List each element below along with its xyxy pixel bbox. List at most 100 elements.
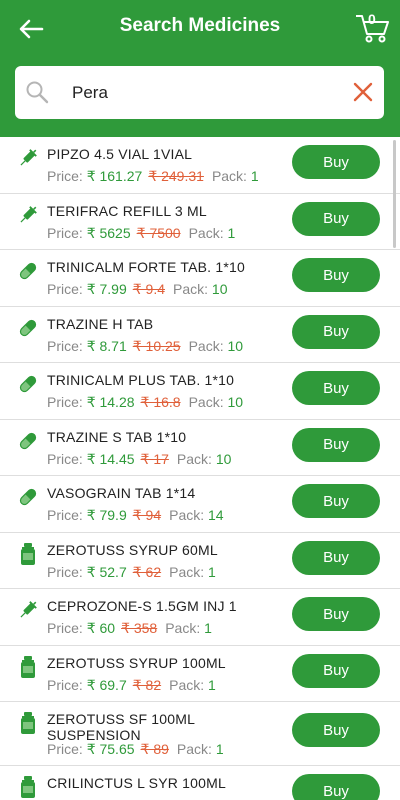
mrp-value: ₹ 17 [140, 450, 169, 467]
pack-value: 1 [215, 741, 224, 757]
close-icon[interactable] [352, 81, 374, 103]
cart-button[interactable]: 0 [354, 10, 390, 44]
medicine-row[interactable]: VASOGRAIN TAB 1*14 Price: ₹ 79.9 ₹ 94 Pack:… [0, 476, 400, 533]
buy-button[interactable]: Buy [292, 314, 380, 349]
price-value: ₹ 75.65 [86, 741, 135, 757]
bottle-icon [18, 542, 38, 565]
bottle-icon [18, 655, 38, 678]
price-label: Price: [47, 563, 87, 580]
pack-label: Pack: [188, 394, 228, 410]
syringe-icon [18, 147, 38, 169]
capsule-icon [18, 260, 38, 282]
medicine-name: ZEROTUSS SYRUP 100ML [47, 654, 226, 671]
medicine-name: VASOGRAIN TAB 1*14 [47, 485, 196, 501]
price-line: Price: ₹ 52.7 ₹ 62 Pack: 1 [47, 564, 216, 581]
buy-button[interactable]: Buy [292, 145, 380, 179]
medicine-row[interactable]: ZEROTUSS SF 100ML SUSPENSION Price: ₹ 75.… [0, 702, 400, 766]
buy-button[interactable]: Buy [292, 371, 380, 405]
bottle-icon [18, 712, 38, 734]
price-label: Price: [47, 676, 87, 693]
medicine-name: TRINICALM PLUS TAB. 1*10 [47, 372, 235, 388]
scrollbar[interactable] [393, 140, 396, 248]
medicine-name: CEPROZONE-S 1.5GM INJ 1 [47, 598, 237, 614]
medicine-name: TRINICALM FORTE TAB. 1*10 [47, 259, 245, 275]
buy-button[interactable]: Buy [292, 774, 380, 800]
search-icon [26, 81, 49, 104]
medicine-row[interactable]: TRAZINE H TAB Price: ₹ 8.71 ₹ 10.25 Pack: 1… [0, 307, 400, 363]
price-value: ₹ 52.7 [86, 563, 127, 580]
mrp-value: ₹ 89 [140, 741, 169, 757]
medicine-row[interactable]: TRINICALM PLUS TAB. 1*10 Price: ₹ 14.28 ₹ … [0, 363, 400, 420]
medicine-name: TERIFRAC REFILL 3 ML [47, 202, 207, 219]
mrp-value: ₹ 82 [132, 676, 162, 693]
medicine-row[interactable]: CEPROZONE-S 1.5GM INJ 1 Price: ₹ 60 ₹ 358 P… [0, 589, 400, 646]
mrp-value: ₹ 7500 [136, 224, 181, 241]
medicine-row[interactable]: TERIFRAC REFILL 3 ML Price: ₹ 5625 ₹ 7500 P… [0, 194, 400, 250]
price-label: Price: [47, 507, 87, 523]
syringe-icon [18, 599, 38, 621]
pack-value: 14 [208, 507, 224, 523]
mrp-value: ₹ 62 [132, 563, 162, 580]
medicine-row[interactable]: CRILINCTUS L SYR 100ML Buy [0, 766, 400, 800]
buy-button[interactable]: Buy [292, 258, 380, 292]
pack-label: Pack: [165, 620, 205, 636]
pack-value: 1 [250, 168, 259, 184]
buy-button[interactable]: Buy [292, 201, 380, 236]
price-line: Price: ₹ 7.99 ₹ 9.4 Pack: 10 [47, 281, 227, 298]
cart-count-badge: 0 [368, 11, 376, 27]
medicine-name: CRILINCTUS L SYR 100ML [47, 775, 226, 791]
syringe-icon [18, 204, 38, 226]
pack-label: Pack: [169, 507, 209, 523]
medicine-row[interactable]: ZEROTUSS SYRUP 100ML Price: ₹ 69.7 ₹ 82 Pac… [0, 646, 400, 702]
mrp-value: ₹ 249.31 [148, 168, 204, 184]
pack-value: 1 [204, 620, 212, 636]
price-value: ₹ 14.45 [86, 450, 135, 467]
pack-label: Pack: [188, 337, 228, 354]
pack-label: Pack: [173, 281, 212, 297]
medicine-name: TRAZINE S TAB 1*10 [47, 428, 187, 445]
mrp-value: ₹ 358 [121, 620, 158, 636]
price-line: Price: ₹ 75.65 ₹ 89 Pack: 1 [47, 741, 224, 758]
pack-value: 10 [227, 394, 244, 410]
buy-button[interactable]: Buy [292, 713, 380, 747]
pack-value: 10 [227, 337, 244, 354]
price-line: Price: ₹ 161.27 ₹ 249.31 Pack: 1 [47, 168, 259, 185]
medicine-row[interactable]: TRINICALM FORTE TAB. 1*10 Price: ₹ 7.99 ₹ … [0, 250, 400, 307]
medicine-row[interactable]: TRAZINE S TAB 1*10 Price: ₹ 14.45 ₹ 17 Pack… [0, 420, 400, 476]
buy-button[interactable]: Buy [292, 540, 380, 575]
price-line: Price: ₹ 14.45 ₹ 17 Pack: 10 [47, 451, 231, 468]
price-line: Price: ₹ 60 ₹ 358 Pack: 1 [47, 620, 212, 637]
pack-value: 1 [208, 563, 216, 580]
pack-label: Pack: [176, 450, 216, 467]
medicine-name: ZEROTUSS SYRUP 60ML [47, 541, 218, 558]
pack-label: Pack: [188, 224, 228, 241]
pack-label: Pack: [211, 168, 251, 184]
price-label: Price: [47, 450, 87, 467]
price-value: ₹ 7.99 [86, 281, 127, 297]
search-bar[interactable] [15, 66, 384, 119]
buy-button[interactable]: Buy [292, 597, 380, 631]
pack-value: 10 [211, 281, 228, 297]
price-label: Price: [47, 224, 87, 241]
search-input[interactable] [72, 80, 342, 106]
medicine-row[interactable]: PIPZO 4.5 VIAL 1VIAL Price: ₹ 161.27 ₹ 249… [0, 137, 400, 194]
medicine-name: TRAZINE H TAB [47, 315, 154, 332]
capsule-icon [18, 317, 38, 339]
capsule-icon [18, 373, 38, 395]
mrp-value: ₹ 16.8 [140, 394, 181, 410]
price-label: Price: [47, 620, 87, 636]
price-line: Price: ₹ 5625 ₹ 7500 Pack: 1 [47, 225, 235, 242]
price-line: Price: ₹ 8.71 ₹ 10.25 Pack: 10 [47, 338, 243, 355]
buy-button[interactable]: Buy [292, 427, 380, 462]
capsule-icon [18, 486, 38, 508]
buy-button[interactable]: Buy [292, 484, 380, 518]
medicine-list: PIPZO 4.5 VIAL 1VIAL Price: ₹ 161.27 ₹ 249… [0, 137, 400, 800]
pack-label: Pack: [169, 676, 209, 693]
price-value: ₹ 161.27 [86, 168, 143, 184]
pack-value: 10 [215, 450, 232, 467]
medicine-row[interactable]: ZEROTUSS SYRUP 60ML Price: ₹ 52.7 ₹ 62 Pack… [0, 533, 400, 589]
price-value: ₹ 14.28 [86, 394, 135, 410]
buy-button[interactable]: Buy [292, 653, 380, 688]
price-label: Price: [47, 281, 87, 297]
price-value: ₹ 5625 [86, 224, 131, 241]
